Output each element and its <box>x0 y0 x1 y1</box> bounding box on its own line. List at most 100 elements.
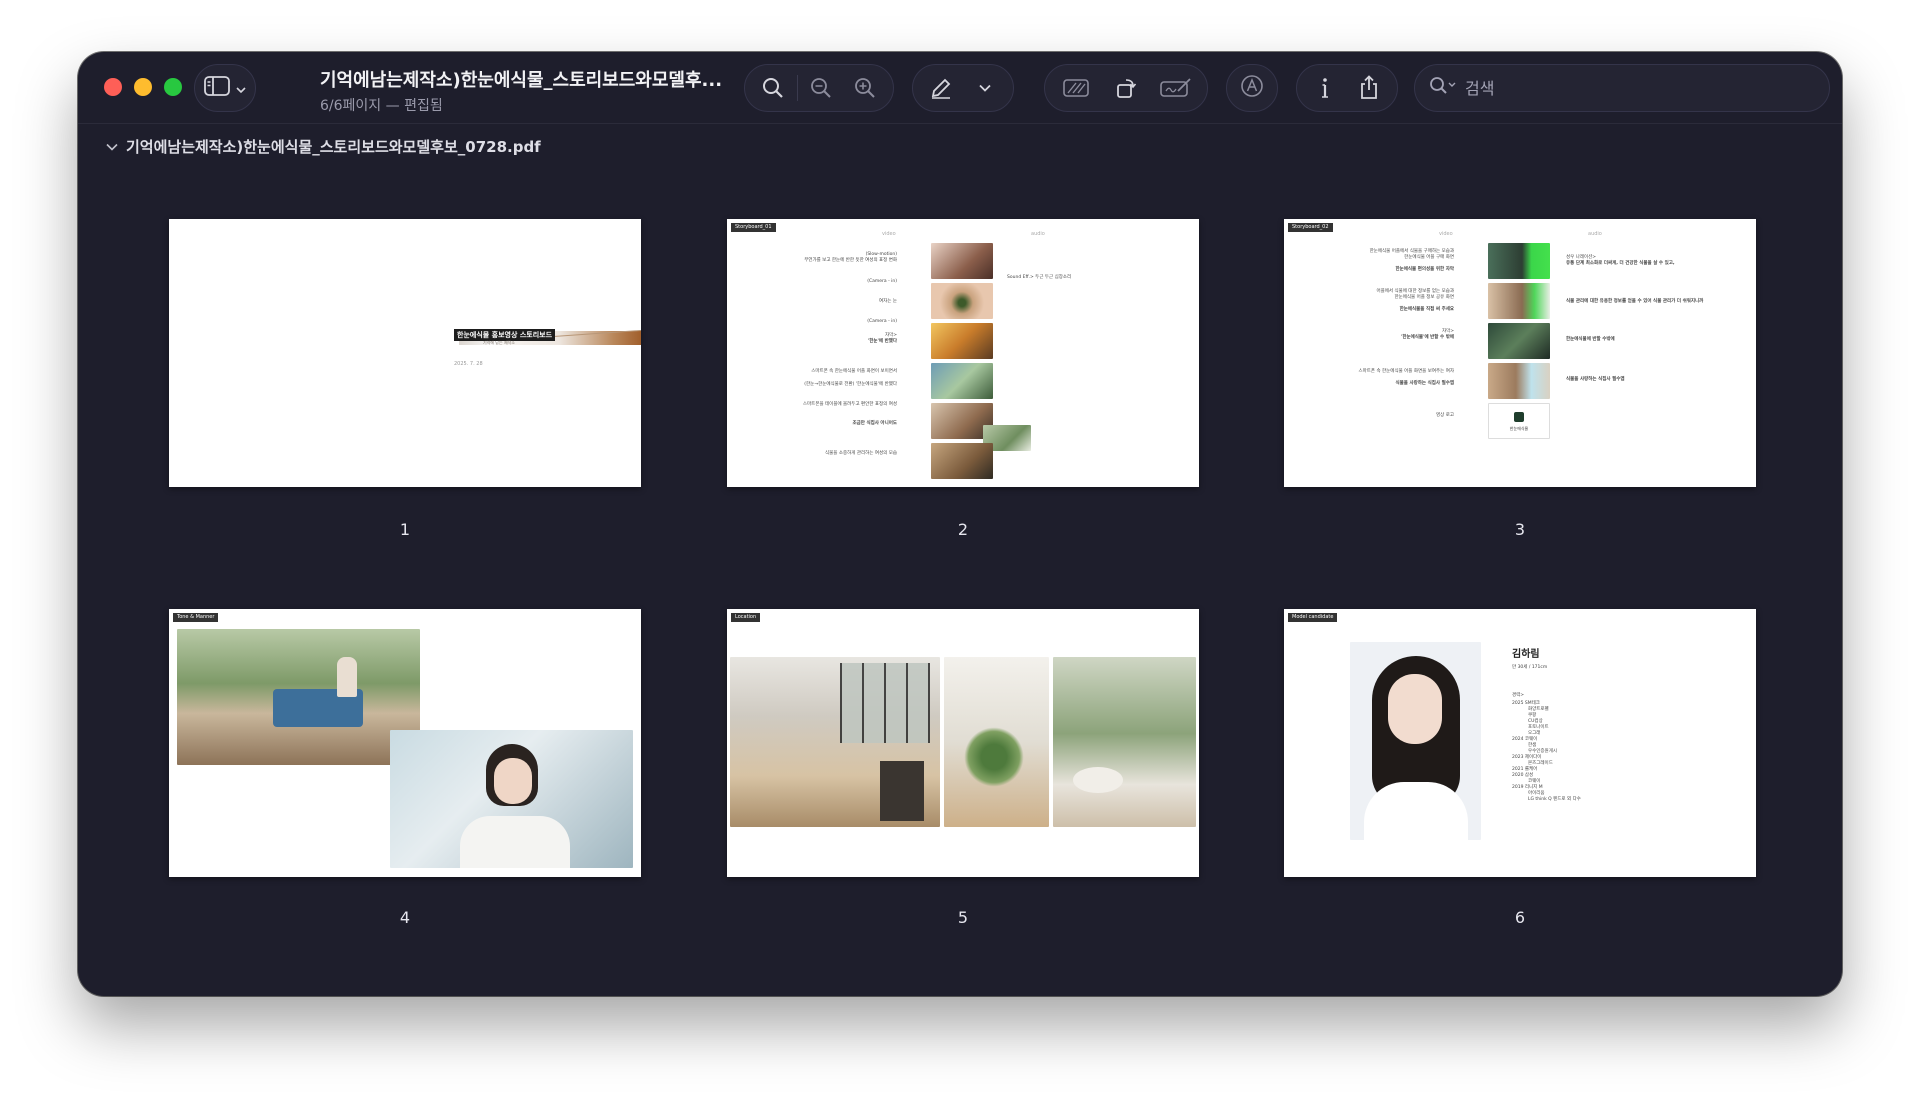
page-tag: Location <box>731 613 761 622</box>
audio-line: 식물 관리에 대한 유용한 정보를 얻을 수 있어 식물 관리가 더 쉬워지니까 <box>1566 299 1704 304</box>
cover-date: 2025. 7. 28 <box>454 361 483 367</box>
column-video: video <box>1439 231 1453 237</box>
column-video: video <box>882 231 896 237</box>
zoom-window-button[interactable] <box>164 78 182 96</box>
storyboard-frame <box>931 283 993 319</box>
page-tag: Model candidate <box>1288 613 1338 622</box>
location-photo-shelf <box>944 657 1049 827</box>
location-photo-studio <box>730 657 940 827</box>
zoom-controls <box>744 64 894 112</box>
zoom-in-icon <box>853 76 877 100</box>
storyboard-line: 스마트폰 속 한눈에식물 어플 화면을 보여주는 여자 <box>1358 369 1454 374</box>
storyboard-line: 조금만 식집사 아니어도 <box>852 421 897 426</box>
storyboard-line: 스마트폰 속 한눈에식물 어플 화면이 보이면서 <box>811 369 897 374</box>
model-info: 만 30세 / 171cm <box>1512 665 1548 670</box>
signature-button[interactable] <box>1156 68 1196 108</box>
zoom-out-icon <box>809 76 833 100</box>
storyboard-line: 한눈에식물을 직접 써 주세요 <box>1399 307 1454 312</box>
storyboard-frame <box>931 443 993 479</box>
signature-icon <box>1160 77 1192 99</box>
minimize-window-button[interactable] <box>134 78 152 96</box>
storyboard-line: 한눈에식물 어플 정보 공유 화면 <box>1394 295 1454 300</box>
page-thumbnail-6[interactable]: Model candidate 김하림 만 30세 / 171cm 경력> 20… <box>1284 609 1756 877</box>
audio-line: 식물을 사랑하는 식집사 필수앱 <box>1566 377 1625 382</box>
chevron-down-icon <box>106 137 118 155</box>
model-name: 김하림 <box>1512 649 1540 660</box>
storyboard-frame <box>931 323 993 359</box>
accessibility-button[interactable] <box>1226 64 1278 112</box>
toolbar: 기억에남는제작소)한눈에식물_스토리보드와모델후... 6/6페이지 — 편집됨 <box>78 52 1842 124</box>
preview-window: 기억에남는제작소)한눈에식물_스토리보드와모델후... 6/6페이지 — 편집됨 <box>78 52 1842 996</box>
storyboard-frame <box>931 363 993 399</box>
page-tag: Storyboard_02 <box>1288 223 1333 232</box>
audio-line: 유통 단계 최소화로 더싸게, 더 건강한 식물을 살 수 있고, <box>1566 261 1675 266</box>
face-shape <box>494 758 532 804</box>
file-name: 기억에남는제작소)한눈에식물_스토리보드와모델후보_0728.pdf <box>126 137 541 156</box>
window-title: 기억에남는제작소)한눈에식물_스토리보드와모델후... <box>320 70 723 91</box>
storyboard-line: 한눈에식물 어플 구매 화면 <box>1404 255 1454 260</box>
tone-photo-woman <box>390 730 633 868</box>
storyboard-line: 스마트폰을 테이블에 올려두고 편안한 표정의 여성 <box>802 402 897 407</box>
zoom-to-fit-button[interactable] <box>753 68 793 108</box>
circle-a-icon <box>1240 74 1264 102</box>
storyboard-frame <box>1488 243 1550 279</box>
tone-photo-living-room <box>177 629 420 765</box>
redact-icon <box>1062 77 1090 99</box>
page-tag: Tone & Manner <box>173 613 219 622</box>
zoom-in-button[interactable] <box>845 68 885 108</box>
logo-mark <box>1514 412 1524 422</box>
close-window-button[interactable] <box>104 78 122 96</box>
page-number-1: 1 <box>399 520 411 539</box>
divider <box>796 75 798 101</box>
audio-line: 한눈에식물에 반할 수밖에 <box>1566 337 1615 342</box>
storyboard-frame <box>931 243 993 279</box>
file-header[interactable]: 기억에남는제작소)한눈에식물_스토리보드와모델후보_0728.pdf <box>106 134 541 158</box>
page-number-4: 4 <box>399 908 411 927</box>
search-input[interactable] <box>1465 78 1805 98</box>
cover-subtitle: 기억에 남는 제작소 <box>483 340 515 345</box>
chevron-down-icon <box>979 84 991 92</box>
pencil-icon <box>929 76 953 100</box>
magnifier-icon <box>761 76 785 100</box>
page-tag: Storyboard_01 <box>731 223 776 232</box>
document-title: 기억에남는제작소)한눈에식물_스토리보드와모델후... 6/6페이지 — 편집됨 <box>320 66 740 115</box>
info-button[interactable] <box>1305 68 1345 108</box>
page-thumbnail-3[interactable]: Storyboard_02 video audio 한눈에식물 어플에서 식물을… <box>1284 219 1756 487</box>
markup-button[interactable] <box>921 68 961 108</box>
storyboard-frame <box>1488 283 1550 319</box>
page-number-2: 2 <box>957 520 969 539</box>
page-thumbnail-2[interactable]: Storyboard_01 video audio (Slow-motion) … <box>727 219 1199 487</box>
edit-controls <box>1044 64 1208 112</box>
search-field[interactable] <box>1414 64 1830 112</box>
storyboard-frame: 한눈에식물 <box>1488 403 1550 439</box>
storyboard-line: (Camera - in) <box>867 279 897 284</box>
career-list: 2025 SM테크 화양트로펠 쿠팡 CU컴상 포토나이트 오그래 2024 코웨이 한샘 우수… <box>1512 701 1662 803</box>
sidebar-icon <box>204 76 230 100</box>
page-thumbnail-5[interactable]: Location <box>727 609 1199 877</box>
window-grid <box>840 663 930 743</box>
rotate-button[interactable] <box>1106 68 1146 108</box>
redact-button[interactable] <box>1056 68 1096 108</box>
page-thumbnail-1[interactable]: 한눈에식물 홍보영상 스토리보드 기억에 남는 제작소 2025. 7. 28 <box>169 219 641 487</box>
storyboard-line: 영상 로고 <box>1436 413 1454 418</box>
storyboard-line: 한눈에식물 편의성을 위한 자막 <box>1395 267 1454 272</box>
markup-menu-button[interactable] <box>965 68 1005 108</box>
storyboard-line: 무언가를 보고 한눈에 반한 듯한 여성의 표정 변화 <box>804 258 897 263</box>
storyboard-frame <box>1488 363 1550 399</box>
storyboard-line: '한눈'에 반했다 <box>867 339 897 344</box>
page-number-6: 6 <box>1514 908 1526 927</box>
location-photo-lounge <box>1053 657 1196 827</box>
plant-shape <box>964 727 1024 787</box>
sidebar-toggle-button[interactable] <box>194 64 256 112</box>
chevron-down-icon <box>236 79 246 98</box>
storyboard-frame <box>1488 323 1550 359</box>
share-button[interactable] <box>1349 68 1389 108</box>
rotate-icon <box>1114 76 1138 100</box>
shirt-shape <box>460 816 570 868</box>
page-thumbnail-4[interactable]: Tone & Manner <box>169 609 641 877</box>
face-shape <box>1388 674 1442 744</box>
storyboard-line: 식물을 사랑하는 식집사 필수앱 <box>1395 381 1454 386</box>
share-icon <box>1357 75 1381 101</box>
page-number-3: 3 <box>1514 520 1526 539</box>
zoom-out-button[interactable] <box>801 68 841 108</box>
